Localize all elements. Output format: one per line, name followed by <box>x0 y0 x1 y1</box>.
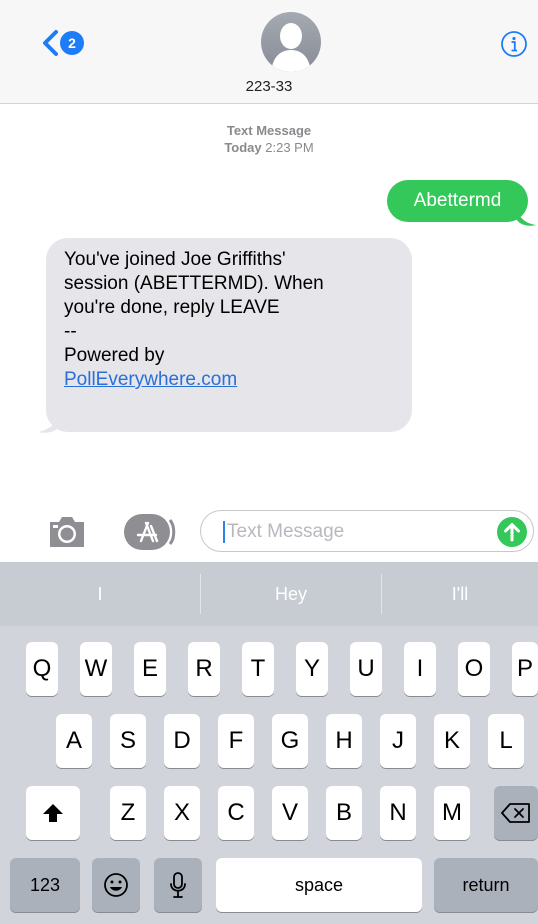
polleverywhere-link[interactable]: PollEverywhere.com <box>64 368 394 392</box>
back-button[interactable]: 2 <box>40 28 92 58</box>
message-input[interactable]: Text Message <box>200 510 534 552</box>
key-n[interactable]: N <box>380 786 416 840</box>
sent-message-bubble[interactable]: Abettermd <box>387 180 528 222</box>
contact-avatar[interactable] <box>261 12 321 72</box>
key-q[interactable]: Q <box>26 642 58 696</box>
message-line: You've joined Joe Griffiths' <box>64 249 286 270</box>
contact-name[interactable]: 223-33 <box>0 78 538 95</box>
key-f[interactable]: F <box>218 714 254 768</box>
message-input-placeholder: Text Message <box>227 521 345 542</box>
key-t[interactable]: T <box>242 642 274 696</box>
info-button[interactable] <box>500 30 528 58</box>
camera-icon[interactable] <box>46 514 88 550</box>
received-message-bubble[interactable]: You've joined Joe Griffiths' session (AB… <box>46 238 412 432</box>
key-d[interactable]: D <box>164 714 200 768</box>
app-store-icon[interactable] <box>124 512 176 552</box>
text-cursor <box>223 521 225 543</box>
info-icon <box>501 31 527 57</box>
keyboard: I Hey I'll Q W E R T Y U I O P A S D F G… <box>0 562 538 924</box>
delete-key[interactable] <box>494 786 538 840</box>
predictive-text-bar: I Hey I'll <box>0 562 538 626</box>
dictation-key[interactable] <box>154 858 202 912</box>
key-b[interactable]: B <box>326 786 362 840</box>
person-silhouette-icon <box>271 23 311 72</box>
prediction-suggestion[interactable]: Hey <box>201 562 381 626</box>
message-line: Powered by <box>64 345 165 366</box>
key-i[interactable]: I <box>404 642 436 696</box>
unread-count-badge: 2 <box>60 31 84 55</box>
key-a[interactable]: A <box>56 714 92 768</box>
key-u[interactable]: U <box>350 642 382 696</box>
key-p[interactable]: P <box>512 642 538 696</box>
message-line: -- <box>64 321 77 342</box>
message-timestamp: Text Message Today 2:23 PM <box>0 122 538 156</box>
key-e[interactable]: E <box>134 642 166 696</box>
message-line: session (ABETTERMD). When <box>64 273 324 294</box>
timestamp-time: 2:23 PM <box>265 140 314 155</box>
key-o[interactable]: O <box>458 642 490 696</box>
emoji-key[interactable] <box>92 858 140 912</box>
message-line: you're done, reply LEAVE <box>64 297 280 318</box>
chevron-left-icon <box>43 30 58 56</box>
key-m[interactable]: M <box>434 786 470 840</box>
key-z[interactable]: Z <box>110 786 146 840</box>
key-l[interactable]: L <box>488 714 524 768</box>
space-key[interactable]: space <box>216 858 422 912</box>
key-h[interactable]: H <box>326 714 362 768</box>
shift-icon <box>43 804 63 822</box>
key-v[interactable]: V <box>272 786 308 840</box>
service-label: Text Message <box>226 123 312 138</box>
emoji-icon <box>104 873 128 897</box>
key-c[interactable]: C <box>218 786 254 840</box>
return-key[interactable]: return <box>434 858 538 912</box>
shift-key[interactable] <box>26 786 80 840</box>
key-x[interactable]: X <box>164 786 200 840</box>
key-s[interactable]: S <box>110 714 146 768</box>
prediction-suggestion[interactable]: I'll <box>382 562 538 626</box>
key-r[interactable]: R <box>188 642 220 696</box>
key-w[interactable]: W <box>80 642 112 696</box>
key-k[interactable]: K <box>434 714 470 768</box>
key-y[interactable]: Y <box>296 642 328 696</box>
microphone-icon <box>170 872 186 898</box>
arrow-up-icon <box>504 523 520 542</box>
key-j[interactable]: J <box>380 714 416 768</box>
prediction-suggestion[interactable]: I <box>0 562 200 626</box>
numbers-key[interactable]: 123 <box>10 858 80 912</box>
timestamp-day: Today <box>224 140 262 155</box>
key-g[interactable]: G <box>272 714 308 768</box>
conversation-header: 2 223-33 <box>0 0 538 104</box>
delete-icon <box>501 803 530 823</box>
send-button[interactable] <box>497 517 527 547</box>
